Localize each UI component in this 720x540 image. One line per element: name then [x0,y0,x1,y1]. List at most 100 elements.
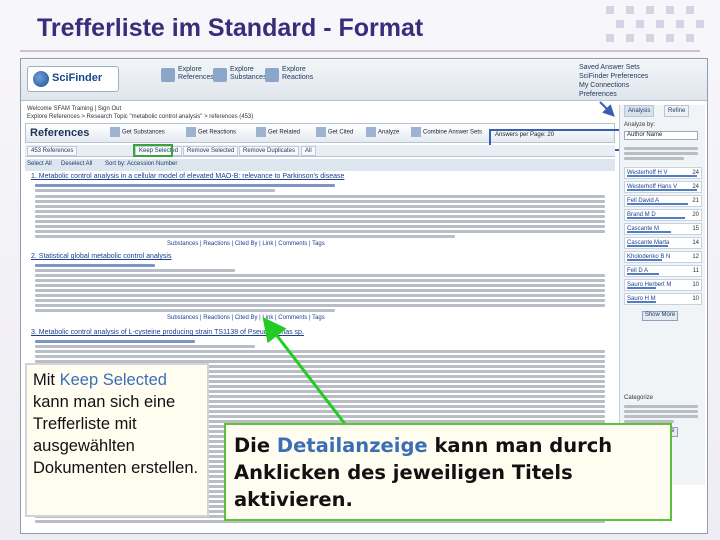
facet-bar [627,203,688,205]
record-source [35,189,275,192]
facet-bar [627,259,662,261]
breadcrumb-path[interactable]: Explore References > Research Topic "met… [27,113,253,121]
cited-icon [316,127,326,137]
record-abstract-line [35,279,605,282]
record-abstract-line [35,225,605,228]
record-abstract-line [35,355,605,358]
explore-reactions-button[interactable]: Explore Reactions [265,66,313,92]
facet-count: 10 [692,296,699,302]
combine-answer-sets-button[interactable]: Combine Answer Sets [411,127,482,137]
record-abstract-line [35,274,605,277]
record-abstract-line [35,309,335,312]
categories-hint-line [624,415,698,418]
references-heading: References [30,127,90,139]
get-related-button[interactable]: Get Related [256,127,300,137]
tool-label: Get Reactions [198,129,237,136]
facet-count: 14 [692,240,699,246]
record-authors [35,264,155,267]
facet-count: 15 [692,226,699,232]
facet-count: 21 [692,198,699,204]
user-link[interactable]: Saved Answer Sets [579,63,689,72]
facet-item[interactable]: Westerhoff Hans V 24 [624,181,702,193]
select-all-link[interactable]: Select All [27,161,52,167]
logo-text: SciFinder [52,72,103,84]
breadcrumb: Welcome SFAM Training | Sign Out Explore… [27,105,253,121]
decorative-grid [596,0,714,56]
record-abstract-line [35,220,605,223]
facet-item[interactable]: Cascante Marta 14 [624,237,702,249]
answers-per-page-select[interactable]: Answers per Page: 20 [495,132,554,138]
record-title-1[interactable]: 1. Metabolic control analysis in a cellu… [31,173,344,180]
record-title-3[interactable]: 3. Metabolic control analysis of L-cyste… [31,329,304,336]
facet-bar [627,287,656,289]
record-source [35,345,255,348]
explore-substances-button[interactable]: Explore Substances [213,66,267,92]
get-substances-button[interactable]: Get Substances [110,127,165,137]
tab-references-count[interactable]: 453 References [27,146,78,156]
analyze-by-select[interactable]: Author Name [624,131,698,140]
callout-detailanzeige: Die Detailanzeige kann man durch Anklick… [224,423,672,521]
facet-item[interactable]: Brand M D 20 [624,209,702,221]
analysis-hint-line [624,152,698,155]
result-tabs: 453 References Keep Selected Remove Sele… [25,145,615,157]
record-abstract-line [35,235,455,238]
welcome-line: Welcome SFAM Training | Sign Out [27,106,122,112]
facet-item[interactable]: Fell David A 21 [624,195,702,207]
callout-text: Mit [33,371,60,389]
substances-icon [213,68,227,82]
facet-bar [627,301,656,303]
facet-item[interactable]: Sauro H M 10 [624,293,702,305]
record-abstract-line [35,205,605,208]
logo-icon [33,71,49,87]
show-more-button[interactable]: Show More [642,311,678,321]
get-reactions-button[interactable]: Get Reactions [186,127,236,137]
categories-hint-line [624,405,698,408]
app-header: SciFinder Explore References Explore Sub… [21,59,707,101]
facet-item[interactable]: Cascante M 15 [624,223,702,235]
facet-count: 10 [692,282,699,288]
facet-item[interactable]: Kholodenko B N 12 [624,251,702,263]
user-link[interactable]: SciFinder Preferences [579,72,689,81]
record-abstract-line [35,210,605,213]
record-abstract-line [35,215,605,218]
keep-selected-highlight [133,144,173,157]
record-actions[interactable]: Substances | Reactions | Cited By | Link… [167,315,325,321]
user-links: Saved Answer Sets SciFinder Preferences … [579,63,689,99]
facet-item[interactable]: Westerhoff H V 24 [624,167,702,179]
facet-bar [627,217,685,219]
categories-hint-line [624,410,698,413]
facet-count: 20 [692,212,699,218]
user-link[interactable]: My Connections [579,81,689,90]
record-abstract-line [35,294,605,297]
tool-label: Analyze [378,129,400,136]
facet-count: 12 [692,254,699,260]
explore-references-button[interactable]: Explore References [161,66,214,92]
user-link[interactable]: Preferences [579,90,689,99]
deselect-all-link[interactable]: Deselect All [61,161,92,167]
remove-duplicates-button[interactable]: Remove Duplicates [239,146,300,156]
record-abstract-line [35,304,605,307]
facet-bar [627,273,659,275]
slide-title: Trefferliste im Standard - Format [37,14,424,42]
sort-by-select[interactable]: Sort by: Accession Number [105,161,177,167]
combine-icon [411,127,421,137]
facet-item[interactable]: Sauro Herbert M 10 [624,279,702,291]
record-actions[interactable]: Substances | Reactions | Cited By | Link… [167,241,325,247]
record-abstract-line [35,289,605,292]
categories-label: Categorize [624,395,654,401]
remove-selected-button[interactable]: Remove Selected [183,146,239,156]
analyze-button[interactable]: Analyze [366,127,399,137]
tool-label: Combine Answer Sets [423,129,483,136]
get-cited-button[interactable]: Get Cited [316,127,353,137]
tab-all[interactable]: All [301,146,316,156]
record-abstract-line [35,200,605,203]
scifinder-logo[interactable]: SciFinder [27,66,119,92]
select-row: Select All Deselect All Sort by: Accessi… [25,159,615,171]
record-title-2[interactable]: 2. Statistical global metabolic control … [31,253,171,260]
facet-item[interactable]: Fell D A 11 [624,265,702,277]
tab-analysis[interactable]: Analysis [624,105,655,117]
reactions-icon [186,127,196,137]
record-authors [35,340,195,343]
tab-refine[interactable]: Refine [664,105,690,117]
related-icon [256,127,266,137]
